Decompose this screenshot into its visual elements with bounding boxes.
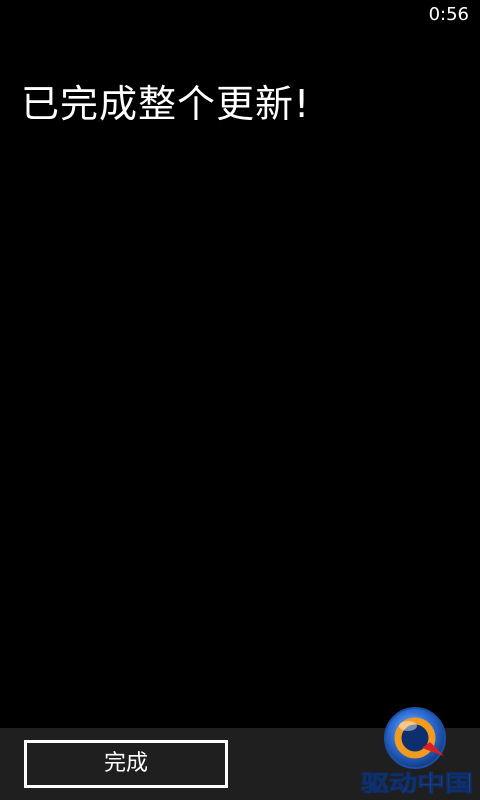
done-button[interactable]: 完成 bbox=[24, 740, 228, 788]
watermark-text: 驱动中国 bbox=[361, 772, 473, 797]
status-time: 0:56 bbox=[428, 4, 469, 25]
driver-china-logo-icon: 驱动中国 bbox=[361, 707, 473, 797]
page-title: 已完成整个更新! bbox=[21, 82, 311, 126]
watermark: 驱动中国 bbox=[358, 702, 476, 798]
status-bar: 0:56 bbox=[0, 0, 480, 32]
